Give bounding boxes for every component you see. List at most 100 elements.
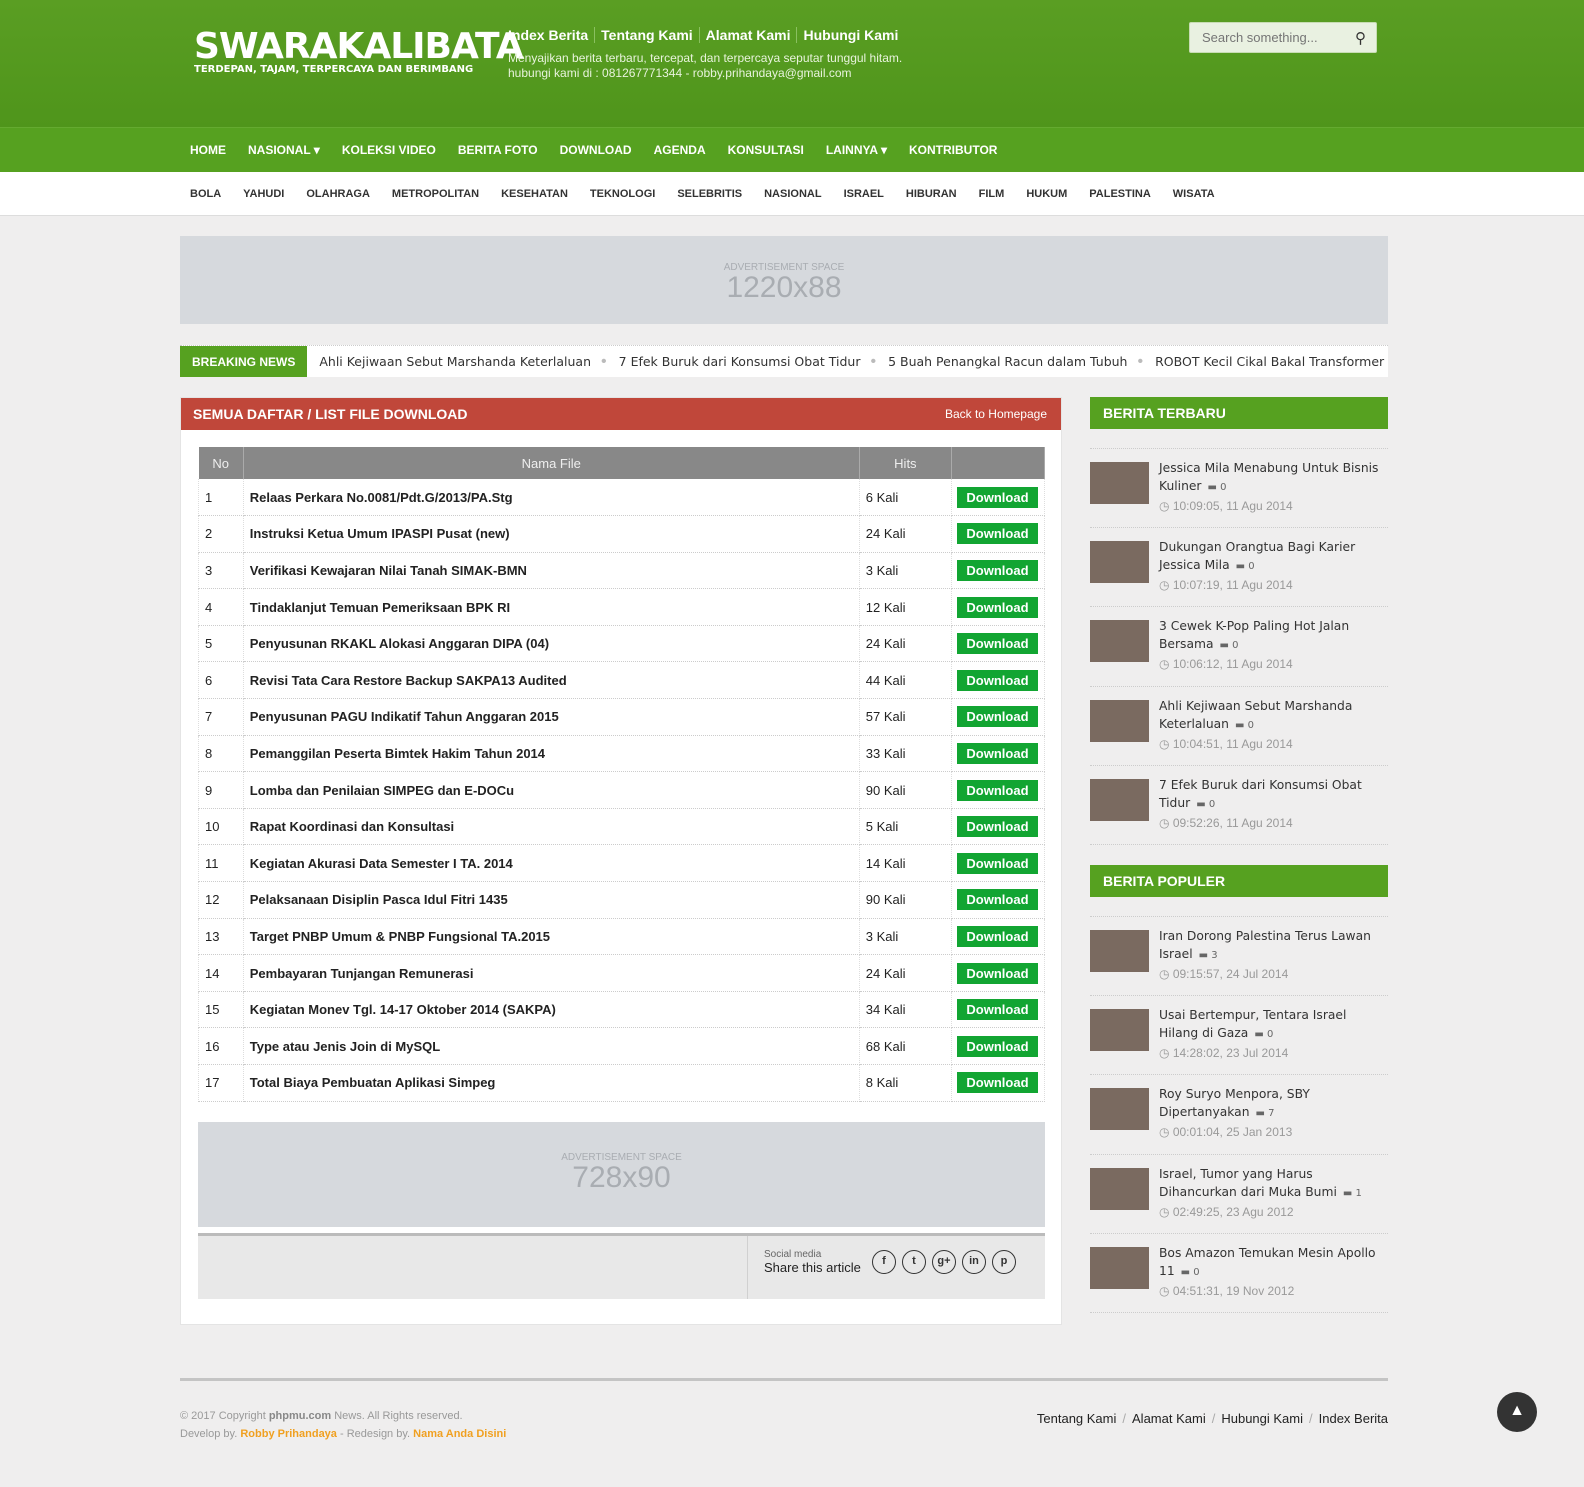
facebook-icon[interactable]: f xyxy=(872,1250,896,1274)
news-item[interactable]: Iran Dorong Palestina Terus Lawan Israel… xyxy=(1090,917,1389,997)
news-title-text[interactable]: Usai Bertempur, Tentara Israel Hilang di… xyxy=(1159,1008,1346,1040)
download-button[interactable]: Download xyxy=(956,925,1038,947)
copyright-site[interactable]: phpmu.com xyxy=(269,1410,331,1422)
redesigner-link[interactable]: Nama Anda Disini xyxy=(413,1428,506,1440)
news-thumbnail[interactable] xyxy=(1090,620,1149,663)
download-button[interactable]: Download xyxy=(956,486,1038,508)
news-title-text[interactable]: Dukungan Orangtua Bagi Karier Jessica Mi… xyxy=(1159,540,1355,572)
category-item[interactable]: NASIONAL xyxy=(764,188,821,200)
news-item[interactable]: 3 Cewek K-Pop Paling Hot Jalan Bersama ▬ … xyxy=(1090,607,1389,687)
download-button[interactable]: Download xyxy=(956,779,1038,801)
search-input[interactable] xyxy=(1190,23,1340,52)
news-title[interactable]: Ahli Kejiwaan Sebut Marshanda Keterlalua… xyxy=(1159,697,1389,735)
news-item[interactable]: Roy Suryo Menpora, SBY Dipertanyakan ▬ 7 ◷… xyxy=(1090,1075,1389,1155)
news-item[interactable]: 7 Efek Buruk dari Konsumsi Obat Tidur ▬ 0… xyxy=(1090,766,1388,845)
nav-item[interactable]: BERITA FOTO xyxy=(458,143,538,157)
category-item[interactable]: FILM xyxy=(979,188,1005,200)
category-item[interactable]: HUKUM xyxy=(1026,188,1067,200)
category-item[interactable]: PALESTINA xyxy=(1089,188,1151,200)
category-item[interactable]: SELEBRITIS xyxy=(677,188,742,200)
breaking-news-item[interactable]: 5 Buah Penangkal Racun dalam Tubuh xyxy=(888,354,1127,369)
back-to-homepage-link[interactable]: Back to Homepage xyxy=(945,407,1047,421)
news-title[interactable]: Israel, Tumor yang Harus Dihancurkan dar… xyxy=(1159,1165,1389,1203)
download-button[interactable]: Download xyxy=(956,999,1038,1021)
category-item[interactable]: HIBURAN xyxy=(906,188,957,200)
news-title[interactable]: Usai Bertempur, Tentara Israel Hilang di… xyxy=(1159,1006,1389,1044)
download-button[interactable]: Download xyxy=(956,816,1038,838)
news-title-text[interactable]: Roy Suryo Menpora, SBY Dipertanyakan xyxy=(1159,1087,1310,1119)
footer-link[interactable]: Index Berita xyxy=(1319,1411,1388,1426)
breaking-news-item[interactable]: Ahli Kejiwaan Sebut Marshanda Keterlalua… xyxy=(319,354,591,369)
news-thumbnail[interactable] xyxy=(1090,1167,1149,1210)
download-button[interactable]: Download xyxy=(956,889,1038,911)
category-item[interactable]: OLAHRAGA xyxy=(306,188,370,200)
footer-link[interactable]: Tentang Kami xyxy=(1037,1411,1117,1426)
pinterest-icon[interactable]: p xyxy=(992,1250,1016,1274)
download-button[interactable]: Download xyxy=(956,962,1038,984)
google-plus-icon[interactable]: g+ xyxy=(932,1250,956,1274)
news-title[interactable]: Iran Dorong Palestina Terus Lawan Israel… xyxy=(1159,927,1389,965)
download-button[interactable]: Download xyxy=(956,596,1038,618)
download-button[interactable]: Download xyxy=(956,559,1038,581)
news-title[interactable]: Dukungan Orangtua Bagi Karier Jessica Mi… xyxy=(1159,538,1389,576)
news-title-text[interactable]: Israel, Tumor yang Harus Dihancurkan dar… xyxy=(1159,1167,1337,1199)
news-title-text[interactable]: Iran Dorong Palestina Terus Lawan Israel xyxy=(1159,929,1371,961)
developer-link[interactable]: Robby Prihandaya xyxy=(240,1428,337,1440)
search-icon[interactable]: ⚲ xyxy=(1355,29,1366,47)
news-title-text[interactable]: Jessica Mila Menabung Untuk Bisnis Kulin… xyxy=(1159,461,1378,493)
news-item[interactable]: Israel, Tumor yang Harus Dihancurkan dar… xyxy=(1090,1155,1388,1234)
twitter-icon[interactable]: t xyxy=(902,1250,926,1274)
category-item[interactable]: KESEHATAN xyxy=(501,188,568,200)
breaking-news-item[interactable]: ROBOT Kecil Cikal Bakal Transformer xyxy=(1155,354,1384,369)
news-title-text[interactable]: Ahli Kejiwaan Sebut Marshanda Keterlalua… xyxy=(1159,699,1352,731)
footer-link[interactable]: Hubungi Kami xyxy=(1221,1411,1303,1426)
download-button[interactable]: Download xyxy=(956,669,1038,691)
news-title[interactable]: Roy Suryo Menpora, SBY Dipertanyakan ▬ 7 xyxy=(1159,1085,1389,1123)
news-item[interactable]: Bos Amazon Temukan Mesin Apollo 11 ▬ 0 ◷ 0… xyxy=(1090,1234,1388,1313)
logo[interactable]: SWARAKALIBATA TERDEPAN, TAJAM, TERPERCAY… xyxy=(194,28,524,76)
news-item[interactable]: Jessica Mila Menabung Untuk Bisnis Kulin… xyxy=(1090,449,1388,529)
news-item[interactable]: Dukungan Orangtua Bagi Karier Jessica Mi… xyxy=(1090,528,1389,608)
news-title-text[interactable]: 3 Cewek K-Pop Paling Hot Jalan Bersama xyxy=(1159,619,1349,651)
category-item[interactable]: METROPOLITAN xyxy=(392,188,479,200)
nav-item[interactable]: AGENDA xyxy=(654,143,706,157)
news-thumbnail[interactable] xyxy=(1090,462,1149,504)
nav-item[interactable]: DOWNLOAD xyxy=(560,143,632,157)
news-thumbnail[interactable] xyxy=(1090,541,1149,584)
news-title[interactable]: Bos Amazon Temukan Mesin Apollo 11 ▬ 0 xyxy=(1159,1244,1389,1282)
ad-banner-top[interactable]: ADVERTISEMENT SPACE 1220x88 xyxy=(180,236,1388,324)
top-link[interactable]: Tentang Kami xyxy=(594,27,699,43)
news-thumbnail[interactable] xyxy=(1090,1246,1149,1289)
news-item[interactable]: Usai Bertempur, Tentara Israel Hilang di… xyxy=(1090,996,1389,1076)
download-button[interactable]: Download xyxy=(956,706,1038,728)
category-item[interactable]: ISRAEL xyxy=(844,188,884,200)
breaking-news-item[interactable]: 7 Efek Buruk dari Konsumsi Obat Tidur xyxy=(619,354,861,369)
linkedin-icon[interactable]: in xyxy=(962,1250,986,1274)
news-thumbnail[interactable] xyxy=(1090,778,1149,821)
category-item[interactable]: TEKNOLOGI xyxy=(590,188,655,200)
nav-item[interactable]: KOLEKSI VIDEO xyxy=(342,143,436,157)
news-thumbnail[interactable] xyxy=(1090,699,1149,742)
news-thumbnail[interactable] xyxy=(1090,930,1149,972)
ad-banner-mid[interactable]: ADVERTISEMENT SPACE 728x90 xyxy=(198,1122,1045,1227)
category-item[interactable]: BOLA xyxy=(190,188,221,200)
nav-item[interactable]: NASIONAL ▾ xyxy=(248,143,320,157)
news-title[interactable]: 7 Efek Buruk dari Konsumsi Obat Tidur ▬ 0 xyxy=(1159,776,1389,814)
news-title[interactable]: 3 Cewek K-Pop Paling Hot Jalan Bersama ▬ … xyxy=(1159,617,1389,655)
top-link[interactable]: Index Berita xyxy=(508,27,594,43)
download-button[interactable]: Download xyxy=(956,1072,1038,1094)
category-item[interactable]: WISATA xyxy=(1173,188,1215,200)
news-thumbnail[interactable] xyxy=(1090,1009,1149,1052)
category-item[interactable]: YAHUDI xyxy=(243,188,284,200)
scroll-to-top-button[interactable]: ▲ xyxy=(1497,1392,1537,1432)
news-title-text[interactable]: 7 Efek Buruk dari Konsumsi Obat Tidur xyxy=(1159,778,1362,810)
download-button[interactable]: Download xyxy=(956,633,1038,655)
download-button[interactable]: Download xyxy=(956,523,1038,545)
nav-item[interactable]: KONSULTASI xyxy=(728,143,804,157)
footer-link[interactable]: Alamat Kami xyxy=(1132,1411,1206,1426)
top-link[interactable]: Hubungi Kami xyxy=(796,27,905,43)
download-button[interactable]: Download xyxy=(956,1035,1038,1057)
download-button[interactable]: Download xyxy=(956,852,1038,874)
nav-item[interactable]: HOME xyxy=(190,143,226,157)
news-thumbnail[interactable] xyxy=(1090,1088,1149,1131)
